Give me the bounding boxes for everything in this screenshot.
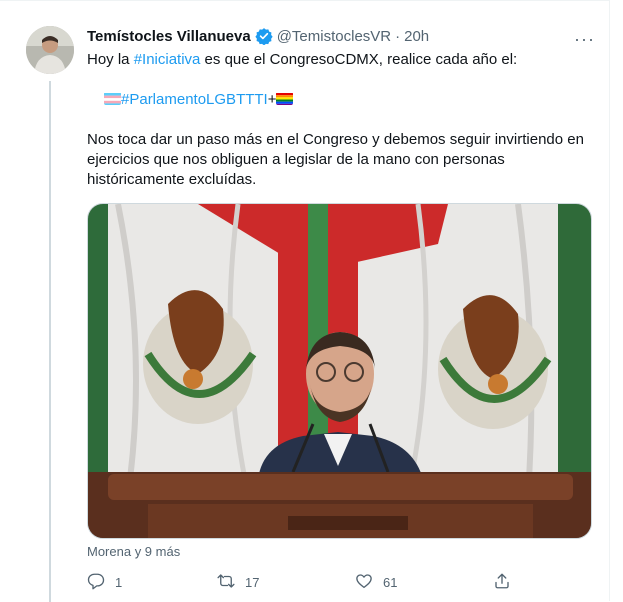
thread-line xyxy=(49,81,51,602)
tweet-time[interactable]: 20h xyxy=(404,28,429,45)
more-icon[interactable]: ··· xyxy=(574,29,595,50)
reply-count: 1 xyxy=(115,575,123,590)
tweet-line-2: #ParlamentoLGBTTTI+ xyxy=(104,90,609,110)
like-button[interactable]: 61 xyxy=(355,572,397,593)
plus-sign: + xyxy=(267,91,277,108)
avatar[interactable] xyxy=(26,26,74,74)
like-icon xyxy=(355,572,373,593)
tweet-header: Temístocles Villanueva @TemistoclesVR · … xyxy=(87,27,429,46)
reactors-text[interactable]: Morena y 9 más xyxy=(87,544,180,559)
like-count: 61 xyxy=(383,575,398,590)
rainbow-flag-icon xyxy=(276,92,294,105)
separator-dot: · xyxy=(395,27,401,45)
share-icon xyxy=(493,572,511,593)
reply-icon xyxy=(87,572,105,593)
trans-flag-icon xyxy=(104,92,121,105)
share-button[interactable] xyxy=(493,572,511,593)
line1-suffix: es que el CongresoCDMX, realice cada año… xyxy=(200,51,518,68)
retweet-button[interactable]: 17 xyxy=(217,572,259,593)
hashtag-parlamento[interactable]: #ParlamentoLGBTTTI xyxy=(121,91,268,108)
author-handle[interactable]: @TemistoclesVR xyxy=(277,28,391,45)
line1-prefix: Hoy la xyxy=(87,51,134,68)
tweet-line-1: Hoy la #Iniciativa es que el CongresoCDM… xyxy=(87,50,592,70)
tweet-actions: 1 17 61 xyxy=(87,572,517,592)
tweet-paragraph: Nos toca dar un paso más en el Congreso … xyxy=(87,131,584,188)
verified-badge-icon xyxy=(255,27,273,46)
tweet-photo[interactable] xyxy=(87,203,592,539)
tweet-card[interactable]: Temístocles Villanueva @TemistoclesVR · … xyxy=(0,0,610,602)
author-name[interactable]: Temístocles Villanueva xyxy=(87,28,251,45)
hashtag-iniciativa[interactable]: #Iniciativa xyxy=(134,51,201,68)
retweet-count: 17 xyxy=(245,575,260,590)
reply-button[interactable]: 1 xyxy=(87,572,122,593)
retweet-icon xyxy=(217,572,235,593)
